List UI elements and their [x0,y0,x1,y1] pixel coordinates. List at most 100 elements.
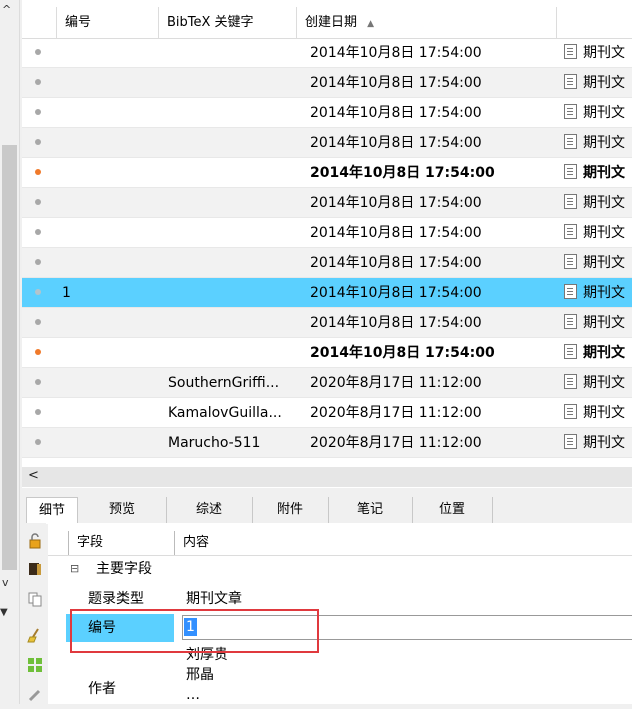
document-icon [564,44,577,59]
book-icon[interactable] [27,561,43,577]
cell-created-date: 2014年10月8日 17:54:00 [310,165,495,181]
cell-bibtex-key [168,218,290,248]
tab-location[interactable]: 位置 [412,497,493,523]
author-line-3[interactable]: … [186,681,200,709]
list-row[interactable]: 2014年10月8日 17:54:00 期刊文 [22,128,632,158]
list-row[interactable]: 1 2014年10月8日 17:54:00 期刊文 [22,278,632,308]
tab-summary[interactable]: 综述 [166,497,253,523]
cell-bibtex-key [168,278,290,308]
horizontal-scrollbar[interactable]: < [22,467,632,487]
tab-details[interactable]: 细节 [26,497,78,524]
left-scrollbar[interactable]: ^ v ▼ [0,0,20,704]
cell-bibtex-key [168,128,290,158]
list-row[interactable]: 2014年10月8日 17:54:00 期刊文 [22,158,632,188]
cell-type: 期刊文 [564,38,632,68]
cell-number [62,368,152,398]
cell-created-date: 2020年8月17日 11:12:00 [310,375,482,391]
cell-number [62,98,152,128]
field-label-number: 编号 [88,620,116,636]
cell-type: 期刊文 [564,188,632,218]
list-row[interactable]: 2014年10月8日 17:54:00 期刊文 [22,38,632,68]
pen-icon[interactable] [27,687,43,703]
list-row[interactable]: 2014年10月8日 17:54:00 期刊文 [22,218,632,248]
cell-type: 期刊文 [564,218,632,248]
collapse-toggle-icon[interactable]: ⊟ [70,555,79,583]
group-label: 主要字段 [96,561,152,577]
column-header-created-date[interactable]: 创建日期 ▲ [296,7,556,38]
list-row[interactable]: 2014年10月8日 17:54:00 期刊文 [22,188,632,218]
cell-created-date: 2014年10月8日 17:54:00 [310,45,482,61]
cell-type: 期刊文 [564,308,632,338]
status-dot-icon [35,379,41,385]
document-icon [564,314,577,329]
list-row[interactable]: 2014年10月8日 17:54:00 期刊文 [22,308,632,338]
status-dot-icon [35,229,41,235]
lock-icon[interactable] [27,533,43,549]
document-icon [564,254,577,269]
status-dot-icon [35,49,41,55]
cell-created-date: 2014年10月8日 17:54:00 [310,75,482,91]
list-row[interactable]: 2014年10月8日 17:54:00 期刊文 [22,248,632,278]
cell-created-date: 2014年10月8日 17:54:00 [310,255,482,271]
column-header-number[interactable]: 编号 [56,7,158,38]
cell-type: 期刊文 [564,368,632,398]
list-row[interactable]: 2014年10月8日 17:54:00 期刊文 [22,98,632,128]
scroll-left-arrow[interactable]: < [28,468,39,483]
document-icon [564,434,577,449]
cell-created-date: 2014年10月8日 17:54:00 [310,225,482,241]
cell-created-date: 2014年10月8日 17:54:00 [310,135,482,151]
cell-number [62,128,152,158]
status-dot-icon [35,139,41,145]
column-header-bibtex-key[interactable]: BibTeX 关键字 [158,7,296,38]
status-dot-icon [35,289,41,295]
list-row[interactable]: 2014年10月8日 17:54:00 期刊文 [22,68,632,98]
cell-created-date: 2014年10月8日 17:54:00 [310,285,482,301]
cell-created-date: 2014年10月8日 17:54:00 [310,345,495,361]
status-dot-icon [35,409,41,415]
list-row[interactable]: KamalovGuilla... 2020年8月17日 11:12:00 期刊文 [22,398,632,428]
scroll-up-arrow[interactable]: ^ [2,3,11,16]
field-row-author[interactable]: 作者 刘厚贵 邢晶 … [48,645,632,705]
grid-view-icon[interactable] [27,657,43,673]
group-main-fields[interactable]: ⊟ 主要字段 [48,555,632,583]
document-icon [564,164,577,179]
cell-number: 1 [62,285,71,301]
cell-bibtex-key [168,158,290,188]
tab-preview[interactable]: 预览 [78,497,167,523]
detail-tabs: 细节 预览 综述 附件 笔记 位置 [22,497,632,524]
document-icon [564,194,577,209]
cell-bibtex-key [168,338,290,368]
header-field: 字段 [68,531,157,555]
status-dot-icon [35,349,41,355]
cell-number [62,68,152,98]
column-header-type[interactable] [556,7,632,38]
copy-icon[interactable] [27,591,43,607]
cell-type: 期刊文 [564,128,632,158]
status-dot-icon [35,319,41,325]
detail-panel: 细节 预览 综述 附件 笔记 位置 字段 内容 ⊟ 主要字段 题录类型 期刊文章… [22,489,632,704]
document-icon [564,374,577,389]
collapse-arrow-icon[interactable]: ▼ [0,607,8,618]
list-row[interactable]: 2014年10月8日 17:54:00 期刊文 [22,338,632,368]
tab-attachments[interactable]: 附件 [252,497,329,523]
detail-toolbar [22,523,46,704]
cell-type: 期刊文 [564,428,632,458]
list-row[interactable]: SouthernGriffi... 2020年8月17日 11:12:00 期刊文 [22,368,632,398]
tab-notes[interactable]: 笔记 [328,497,413,523]
field-grid-header: 字段 内容 [48,531,632,556]
sort-ascending-icon: ▲ [367,19,375,29]
status-dot-icon [35,259,41,265]
cell-bibtex-key [168,188,290,218]
cell-number [62,158,152,188]
cell-bibtex-key [168,248,290,278]
cell-number [62,248,152,278]
status-dot-icon [35,439,41,445]
list-row[interactable]: Marucho-511 2020年8月17日 11:12:00 期刊文 [22,428,632,458]
cell-number [62,218,152,248]
broom-icon[interactable] [27,627,43,643]
scrollbar-thumb[interactable] [2,145,17,570]
cell-type: 期刊文 [564,398,632,428]
cell-type: 期刊文 [564,68,632,98]
status-dot-icon [35,79,41,85]
scroll-down-arrow[interactable]: v [2,576,9,589]
